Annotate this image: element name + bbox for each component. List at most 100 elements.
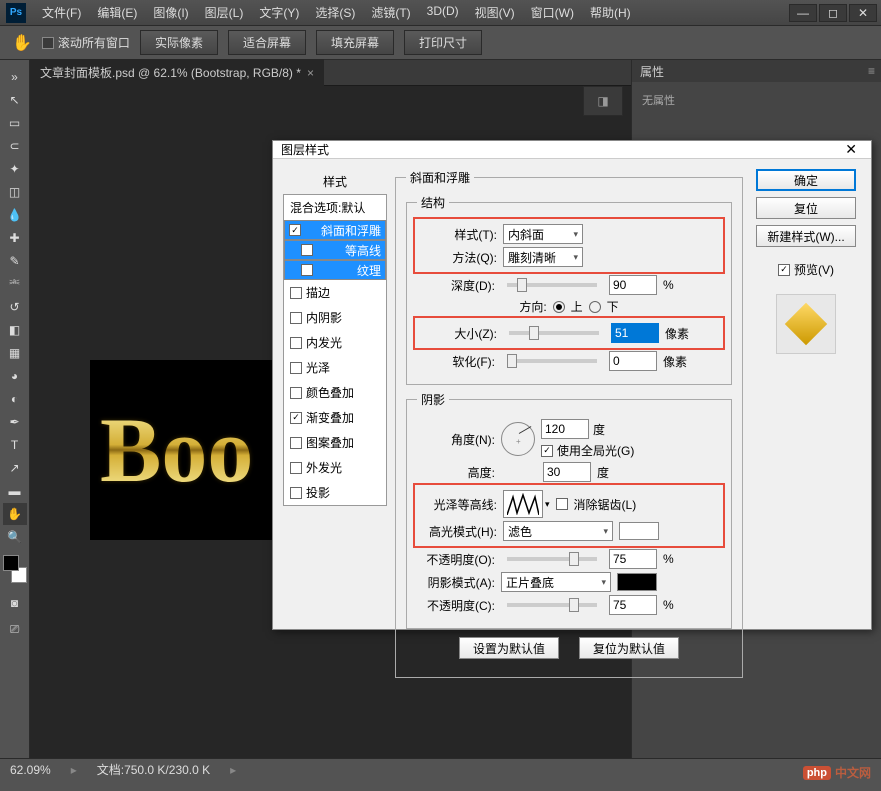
antialias-checkbox[interactable] xyxy=(556,498,568,510)
hl-opacity-slider[interactable] xyxy=(507,557,597,561)
make-default-button[interactable]: 设置为默认值 xyxy=(459,637,559,659)
collapsed-dock-icon[interactable]: ◨ xyxy=(583,86,623,116)
ok-button[interactable]: 确定 xyxy=(756,169,856,191)
checkbox-icon[interactable]: ✓ xyxy=(290,412,302,424)
altitude-input[interactable] xyxy=(543,462,591,482)
style-bevel[interactable]: ✓斜面和浮雕 xyxy=(284,220,386,240)
menu-filter[interactable]: 滤镜(T) xyxy=(365,0,416,25)
close-button[interactable]: ✕ xyxy=(849,4,877,22)
dialog-close-icon[interactable]: ✕ xyxy=(839,141,863,158)
checkbox-icon[interactable] xyxy=(290,437,302,449)
shadow-color-swatch[interactable] xyxy=(617,573,657,591)
style-innerglow[interactable]: 内发光 xyxy=(284,330,386,355)
new-style-button[interactable]: 新建样式(W)... xyxy=(756,225,856,247)
depth-input[interactable] xyxy=(609,275,657,295)
checkbox-icon[interactable] xyxy=(290,362,302,374)
checkbox-icon[interactable] xyxy=(290,387,302,399)
style-type-select[interactable]: 内斜面▾ xyxy=(503,224,583,244)
hl-opacity-input[interactable] xyxy=(609,549,657,569)
menu-edit[interactable]: 编辑(E) xyxy=(91,0,143,25)
style-coloroverlay[interactable]: 颜色叠加 xyxy=(284,380,386,405)
color-swatches[interactable] xyxy=(3,555,27,583)
checkbox-icon[interactable] xyxy=(290,337,302,349)
sh-opacity-slider[interactable] xyxy=(507,603,597,607)
style-gradoverlay[interactable]: ✓渐变叠加 xyxy=(284,405,386,430)
style-satin[interactable]: 光泽 xyxy=(284,355,386,380)
menu-view[interactable]: 视图(V) xyxy=(469,0,521,25)
checkbox-icon[interactable] xyxy=(301,264,313,276)
technique-select[interactable]: 雕刻清晰▾ xyxy=(503,247,583,267)
menu-type[interactable]: 文字(Y) xyxy=(253,0,305,25)
style-innershadow[interactable]: 内阴影 xyxy=(284,305,386,330)
depth-slider[interactable] xyxy=(507,283,597,287)
menu-3d[interactable]: 3D(D) xyxy=(421,0,465,25)
angle-wheel[interactable]: + xyxy=(501,422,535,456)
checkbox-icon[interactable]: ✓ xyxy=(289,224,301,236)
style-texture[interactable]: 纹理 xyxy=(284,260,386,280)
style-dropshadow[interactable]: 投影 xyxy=(284,480,386,505)
doc-size[interactable]: 文档:750.0 K/230.0 K xyxy=(97,761,210,778)
reset-default-button[interactable]: 复位为默认值 xyxy=(579,637,679,659)
document-tab[interactable]: 文章封面模板.psd @ 62.1% (Bootstrap, RGB/8) * … xyxy=(30,59,324,86)
highlight-mode-select[interactable]: 滤色▾ xyxy=(503,521,613,541)
sh-opacity-input[interactable] xyxy=(609,595,657,615)
checkbox-icon[interactable] xyxy=(290,312,302,324)
menu-window[interactable]: 窗口(W) xyxy=(525,0,580,25)
style-contour[interactable]: 等高线 xyxy=(284,240,386,260)
menu-help[interactable]: 帮助(H) xyxy=(584,0,637,25)
dodge-tool[interactable]: ◐ xyxy=(3,388,27,410)
highlight-color-swatch[interactable] xyxy=(619,522,659,540)
menu-file[interactable]: 文件(F) xyxy=(36,0,87,25)
move-tool[interactable]: ↖ xyxy=(3,89,27,111)
soften-input[interactable] xyxy=(609,351,657,371)
quickmask-icon[interactable]: ◙ xyxy=(3,592,27,614)
crop-tool[interactable]: ◫ xyxy=(3,181,27,203)
scroll-all-checkbox[interactable]: 滚动所有窗口 xyxy=(42,34,130,51)
shape-tool[interactable]: ▬ xyxy=(3,480,27,502)
collapse-icon[interactable]: » xyxy=(3,66,27,88)
checkbox-icon[interactable] xyxy=(290,462,302,474)
lasso-tool[interactable]: ⊂ xyxy=(3,135,27,157)
gloss-contour-picker[interactable] xyxy=(503,490,543,518)
chevron-down-icon[interactable]: ▾ xyxy=(545,499,550,510)
eyedropper-tool[interactable]: 💧 xyxy=(3,204,27,226)
shadow-mode-select[interactable]: 正片叠底▾ xyxy=(501,572,611,592)
wand-tool[interactable]: ✦ xyxy=(3,158,27,180)
screenmode-icon[interactable]: ⎚ xyxy=(3,618,27,640)
zoom-arrow-icon[interactable]: ▸ xyxy=(71,763,77,777)
minimize-button[interactable]: — xyxy=(789,4,817,22)
checkbox-icon[interactable] xyxy=(290,287,302,299)
direction-up-radio[interactable] xyxy=(553,301,565,313)
print-size-button[interactable]: 打印尺寸 xyxy=(404,30,482,55)
cancel-button[interactable]: 复位 xyxy=(756,197,856,219)
hand-tool[interactable]: ✋ xyxy=(3,503,27,525)
size-slider[interactable] xyxy=(509,331,599,335)
checkbox-icon[interactable] xyxy=(290,487,302,499)
preview-checkbox[interactable]: ✓ 预览(V) xyxy=(778,261,834,278)
menu-select[interactable]: 选择(S) xyxy=(309,0,361,25)
eraser-tool[interactable]: ◧ xyxy=(3,319,27,341)
stamp-tool[interactable]: ⎃ xyxy=(3,273,27,295)
doc-arrow-icon[interactable]: ▸ xyxy=(230,763,236,777)
pen-tool[interactable]: ✒ xyxy=(3,411,27,433)
blur-tool[interactable]: ◕ xyxy=(3,365,27,387)
actual-pixels-button[interactable]: 实际像素 xyxy=(140,30,218,55)
direction-down-radio[interactable] xyxy=(589,301,601,313)
styles-header[interactable]: 样式 xyxy=(283,169,387,194)
global-light-checkbox[interactable]: ✓ xyxy=(541,445,553,457)
path-tool[interactable]: ↗ xyxy=(3,457,27,479)
style-stroke[interactable]: 描边 xyxy=(284,280,386,305)
style-pattoverlay[interactable]: 图案叠加 xyxy=(284,430,386,455)
properties-tab[interactable]: 属性 xyxy=(640,63,664,80)
zoom-tool[interactable]: 🔍 xyxy=(3,526,27,548)
blend-options-item[interactable]: 混合选项:默认 xyxy=(284,195,386,220)
angle-input[interactable] xyxy=(541,419,589,439)
heal-tool[interactable]: ✚ xyxy=(3,227,27,249)
type-tool[interactable]: T xyxy=(3,434,27,456)
marquee-tool[interactable]: ▭ xyxy=(3,112,27,134)
soften-slider[interactable] xyxy=(507,359,597,363)
fg-color[interactable] xyxy=(3,555,19,571)
maximize-button[interactable]: ◻ xyxy=(819,4,847,22)
history-brush-tool[interactable]: ↺ xyxy=(3,296,27,318)
menu-layer[interactable]: 图层(L) xyxy=(199,0,250,25)
